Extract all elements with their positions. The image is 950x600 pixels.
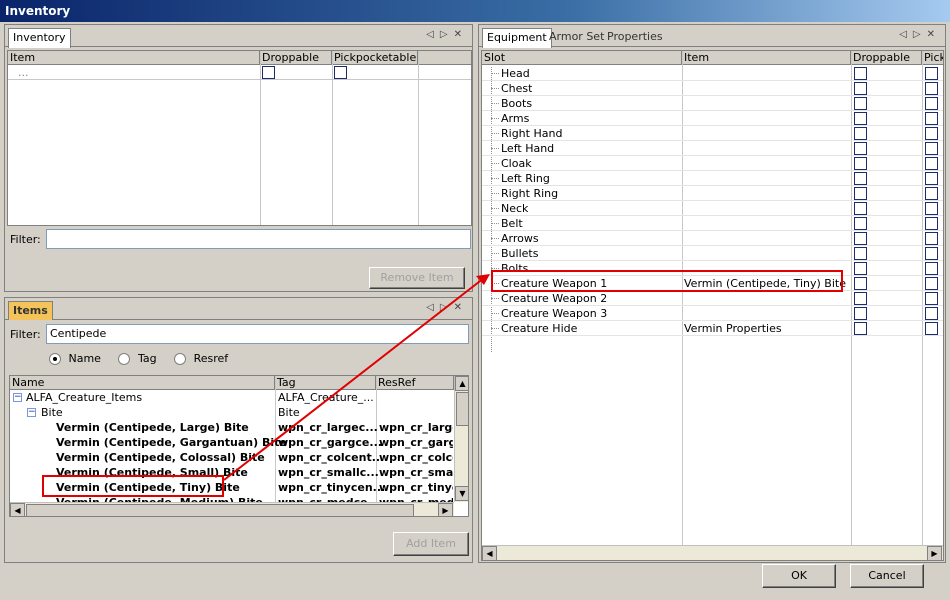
arrow-line (223, 277, 485, 481)
annotation-arrow (223, 274, 490, 481)
